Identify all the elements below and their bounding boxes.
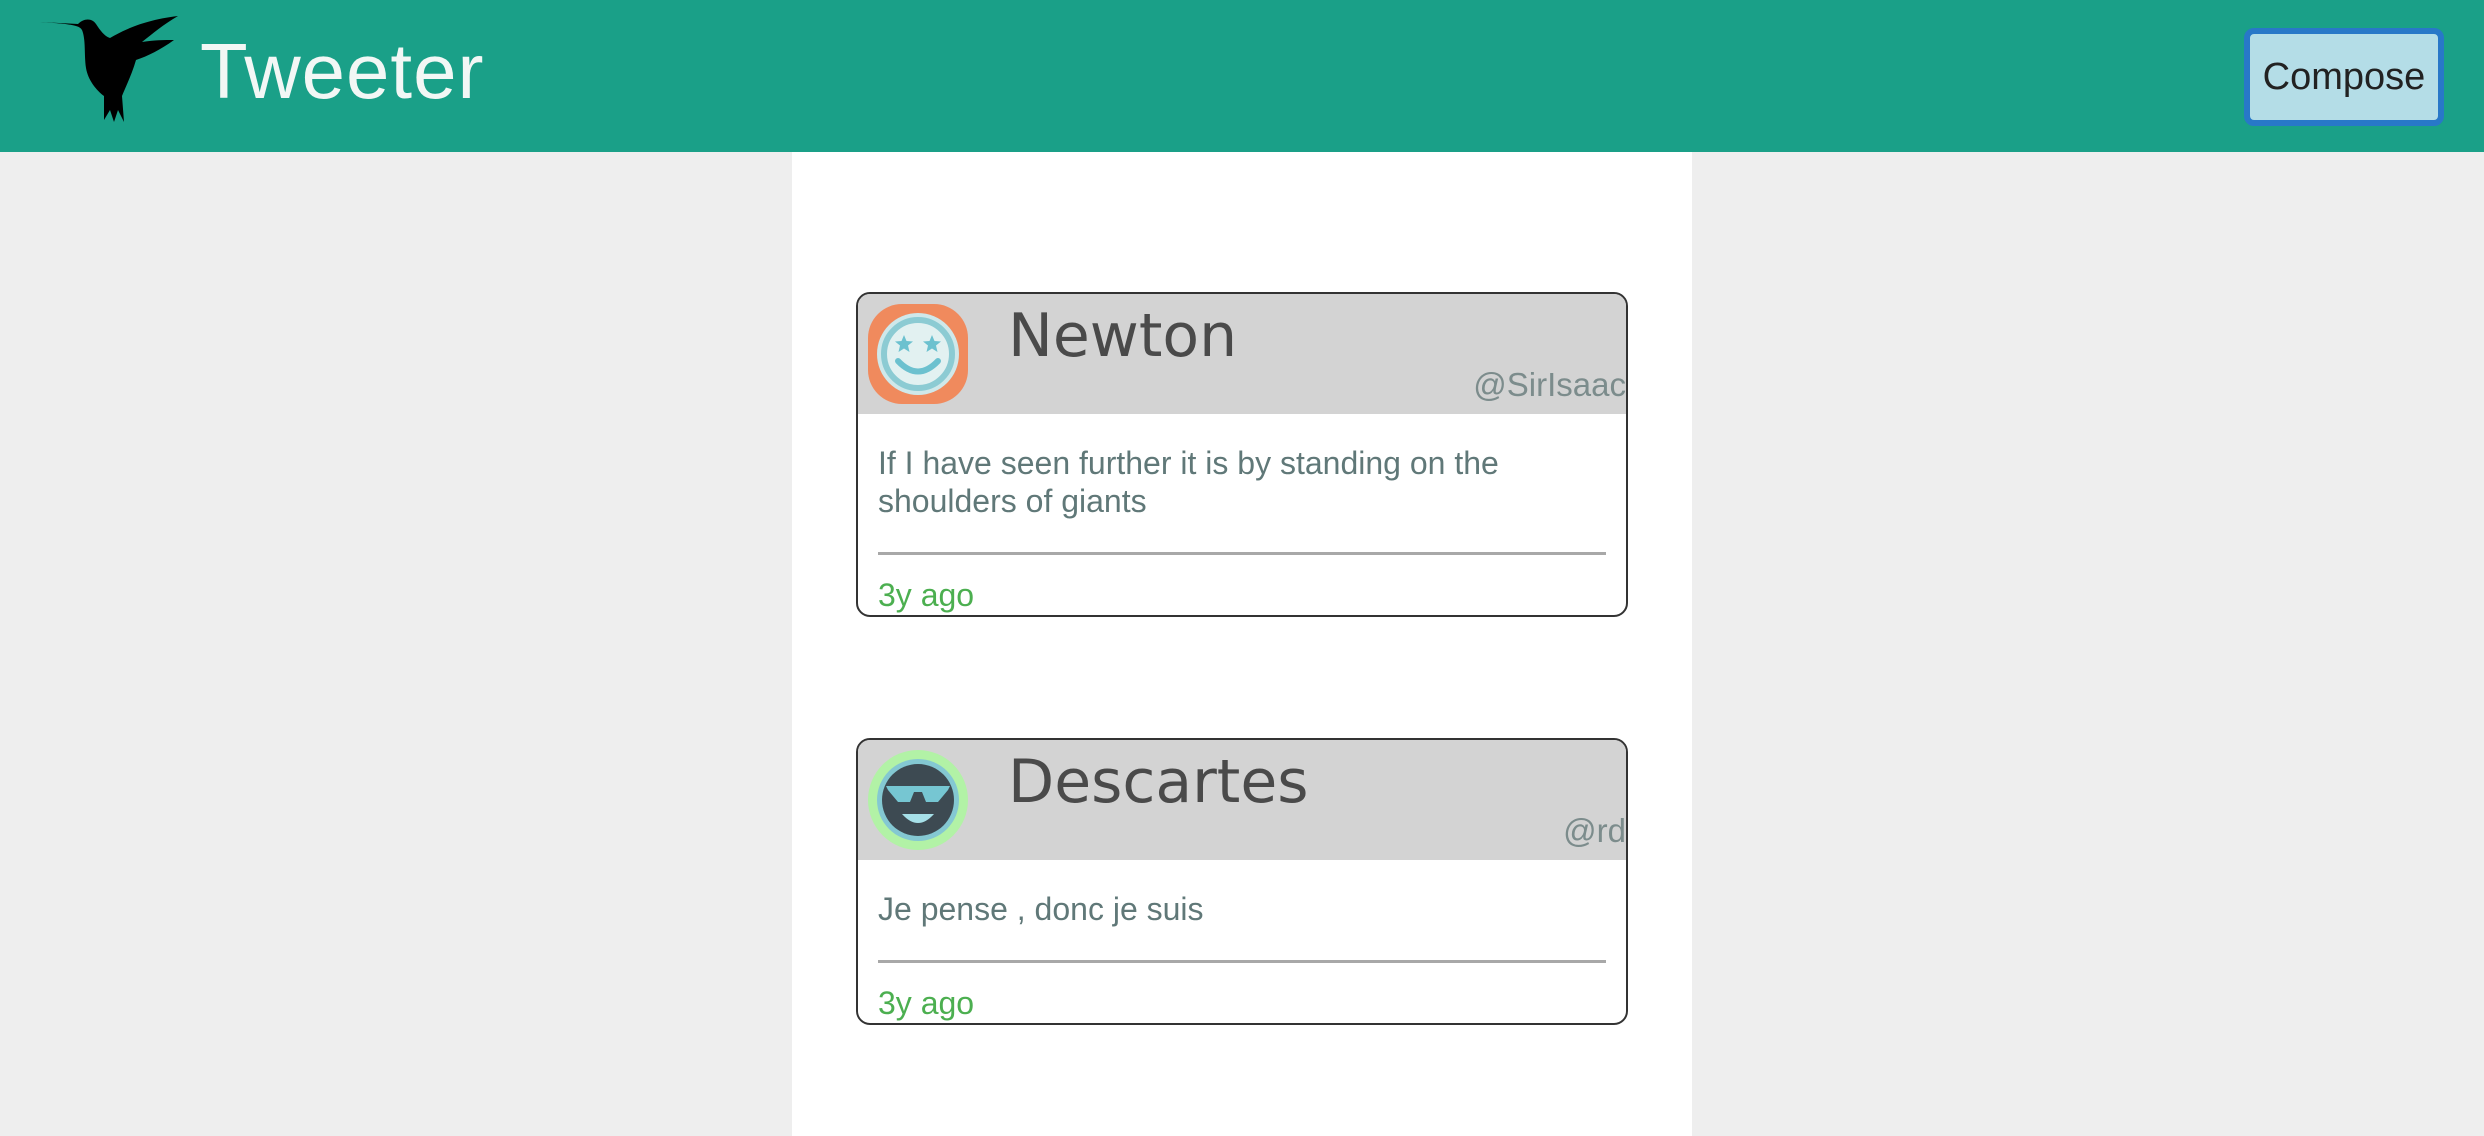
tweet-timestamp: 3y ago bbox=[878, 985, 975, 1021]
tweet-timestamp: 3y ago bbox=[878, 577, 975, 613]
tweet-text: If I have seen further it is by standing… bbox=[878, 445, 1499, 519]
app-brand-title[interactable]: Tweeter bbox=[200, 24, 484, 118]
tweet-header: Newton @SirIsaac bbox=[858, 294, 1626, 414]
sunglasses-smiley-icon bbox=[868, 750, 968, 850]
tweet-feed: Newton @SirIsaac If I have seen further … bbox=[792, 152, 1692, 1136]
navbar: Tweeter Compose bbox=[0, 0, 2484, 152]
star-eyes-smiley-icon bbox=[868, 304, 968, 404]
tweet-author-handle: @rd bbox=[1563, 812, 1626, 849]
tweet-card: Descartes @rd Je pense , donc je suis 3y… bbox=[856, 738, 1628, 1025]
hummingbird-icon bbox=[40, 16, 178, 122]
tweet-text: Je pense , donc je suis bbox=[878, 891, 1204, 927]
tweet-author-name: Newton bbox=[1008, 301, 1238, 371]
tweet-header: Descartes @rd bbox=[858, 740, 1626, 860]
tweet-author-name: Descartes bbox=[1008, 747, 1309, 817]
compose-button[interactable]: Compose bbox=[2244, 28, 2444, 126]
tweet-card: Newton @SirIsaac If I have seen further … bbox=[856, 292, 1628, 617]
tweet-author-handle: @SirIsaac bbox=[1473, 366, 1626, 403]
